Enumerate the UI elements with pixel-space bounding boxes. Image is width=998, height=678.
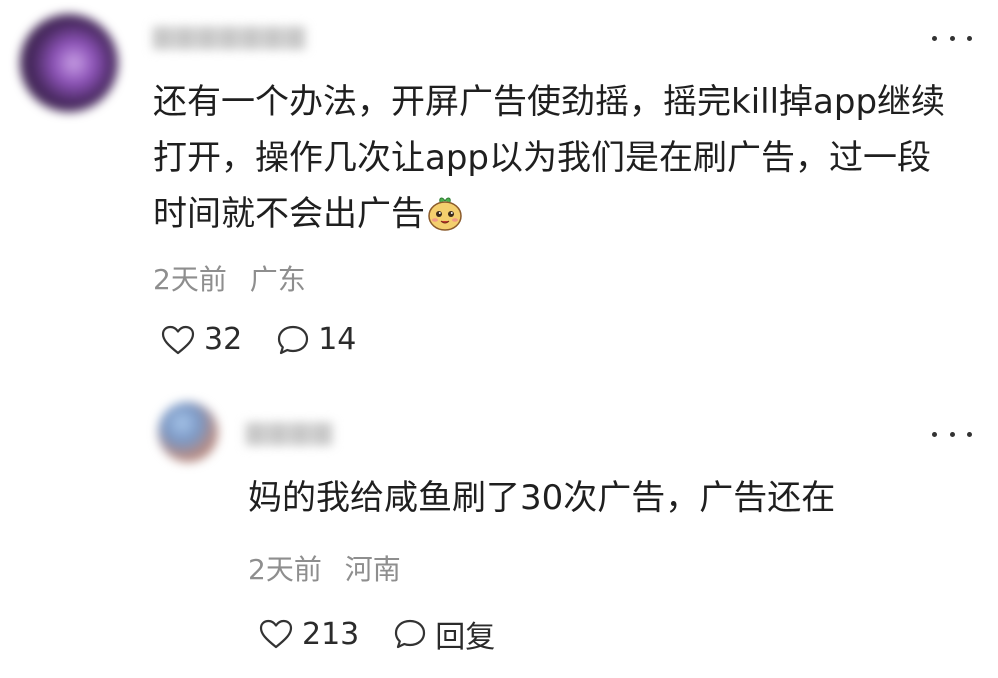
comment-time: 2天前	[153, 263, 227, 296]
like-button[interactable]: 32	[160, 322, 242, 357]
comment-actions: 32 14	[160, 322, 390, 357]
heart-outline-icon	[161, 325, 195, 354]
more-dots-icon	[932, 431, 937, 437]
reply-label: 回复	[435, 620, 496, 655]
comment-meta: 2天前 广东	[153, 258, 306, 298]
avatar[interactable]	[158, 402, 218, 462]
like-count: 32	[204, 322, 243, 357]
like-count: 213	[302, 616, 360, 652]
comment-location: 广东	[249, 263, 306, 296]
smiling-face-emoji	[428, 197, 462, 231]
like-button[interactable]: 213	[258, 617, 359, 652]
comment-text: 还有一个办法，开屏广告使劲摇，摇完kill掉app继续打开，操作几次让app以为…	[153, 74, 953, 242]
more-options-button[interactable]	[932, 28, 972, 48]
username-blurred[interactable]: ▆▆▆▆	[246, 416, 334, 446]
speech-bubble-icon	[278, 325, 309, 354]
avatar[interactable]	[20, 14, 118, 112]
username-blurred[interactable]: ▆▆▆▆▆▆▆	[153, 20, 307, 50]
reply-count: 14	[318, 322, 357, 357]
comment-text: 妈的我给咸鱼刷了30次广告，广告还在	[248, 478, 836, 518]
comment-location: 河南	[344, 553, 401, 586]
comment-body: 还有一个办法，开屏广告使劲摇，摇完kill掉app继续打开，操作几次让app以为…	[153, 82, 946, 234]
speech-bubble-icon	[395, 619, 426, 649]
comment-actions: 213 回复	[258, 612, 529, 656]
more-dots-icon	[932, 35, 937, 41]
reply-button[interactable]: 回复	[393, 612, 495, 656]
reply-button[interactable]: 14	[276, 322, 356, 357]
comment-time: 2天前	[248, 553, 322, 586]
comment-meta: 2天前 河南	[248, 548, 401, 588]
heart-outline-icon	[259, 619, 293, 649]
more-options-button[interactable]	[932, 424, 972, 444]
